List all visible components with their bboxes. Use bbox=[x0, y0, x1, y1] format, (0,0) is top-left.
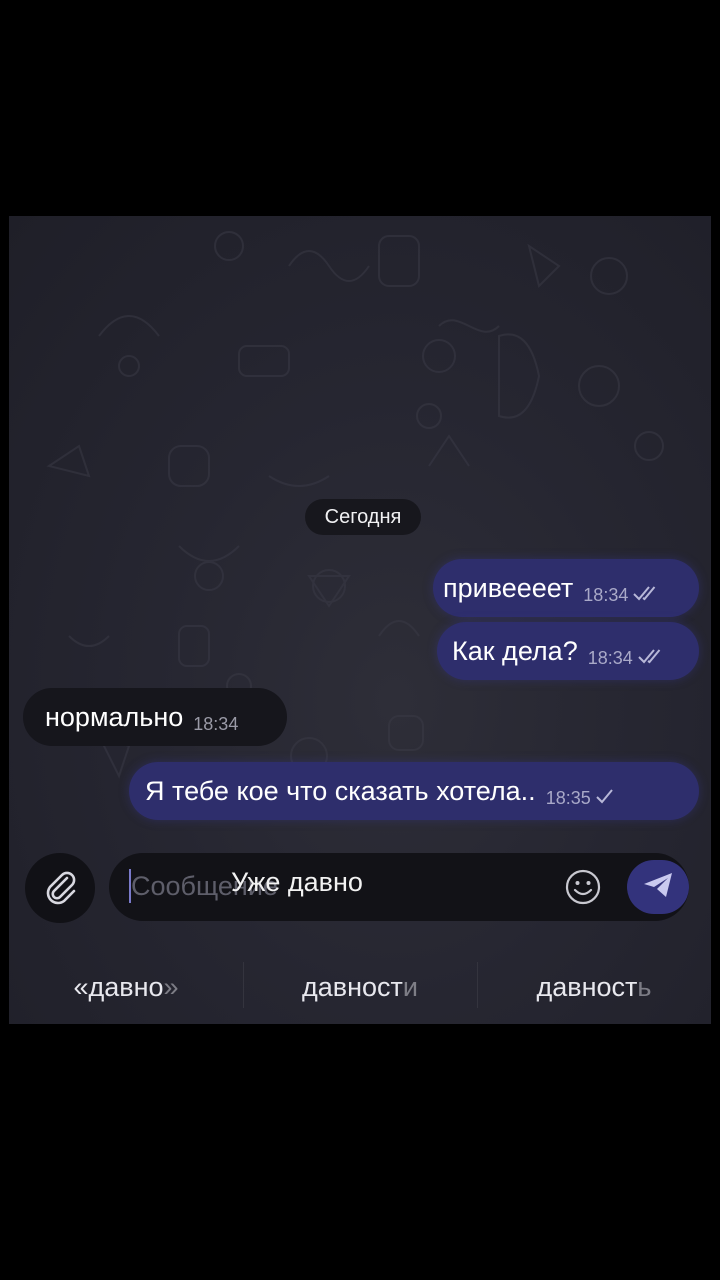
message-text: нормально bbox=[45, 701, 184, 732]
send-icon bbox=[641, 870, 675, 905]
message-input[interactable]: Сообщение Уже давно bbox=[109, 853, 689, 921]
suggestion-text: давност bbox=[301, 971, 403, 1002]
suggestion-item[interactable]: давност и bbox=[243, 950, 477, 1024]
message-bubble-outgoing[interactable]: Я тебе кое что сказать хотела.. 18:35 bbox=[129, 762, 699, 820]
double-check-icon bbox=[632, 570, 658, 607]
message-bubble-outgoing[interactable]: Как дела? 18:34 bbox=[437, 622, 699, 680]
attach-button[interactable] bbox=[25, 853, 95, 923]
message-text: привеееет bbox=[443, 572, 574, 603]
suggestion-item[interactable]: «давно» bbox=[9, 950, 243, 1024]
message-bubble-outgoing[interactable]: привеееет 18:34 bbox=[433, 559, 699, 617]
message-time: 18:34 bbox=[587, 647, 633, 668]
date-separator: Сегодня bbox=[305, 499, 421, 535]
chat-screen: Сегодня привеееет 18:34 Как дела? 18:34 … bbox=[9, 216, 711, 1024]
message-time: 18:34 bbox=[583, 584, 629, 605]
suggestion-item[interactable]: давност ь bbox=[477, 950, 711, 1024]
message-bubble-incoming[interactable]: нормально 18:34 bbox=[23, 688, 287, 746]
suggestion-text-tail: и bbox=[402, 971, 418, 1002]
attach-icon bbox=[40, 866, 80, 911]
message-time: 18:35 bbox=[545, 787, 591, 808]
message-text: Я тебе кое что сказать хотела.. bbox=[145, 775, 536, 806]
keyboard-suggestion-bar: «давно» давност и давност ь bbox=[9, 950, 711, 1024]
suggestion-text: «давно bbox=[73, 971, 164, 1002]
suggestion-text: давност bbox=[536, 971, 638, 1002]
message-input-value: Уже давно bbox=[231, 867, 363, 897]
suggestion-text-tail: ь bbox=[637, 971, 652, 1002]
suggestion-text-tail: » bbox=[163, 971, 179, 1002]
check-icon bbox=[595, 773, 615, 810]
message-text: Как дела? bbox=[452, 635, 578, 666]
send-button[interactable] bbox=[627, 860, 689, 914]
message-time: 18:34 bbox=[193, 713, 239, 734]
emoji-icon[interactable] bbox=[564, 868, 602, 906]
double-check-icon bbox=[637, 633, 663, 670]
